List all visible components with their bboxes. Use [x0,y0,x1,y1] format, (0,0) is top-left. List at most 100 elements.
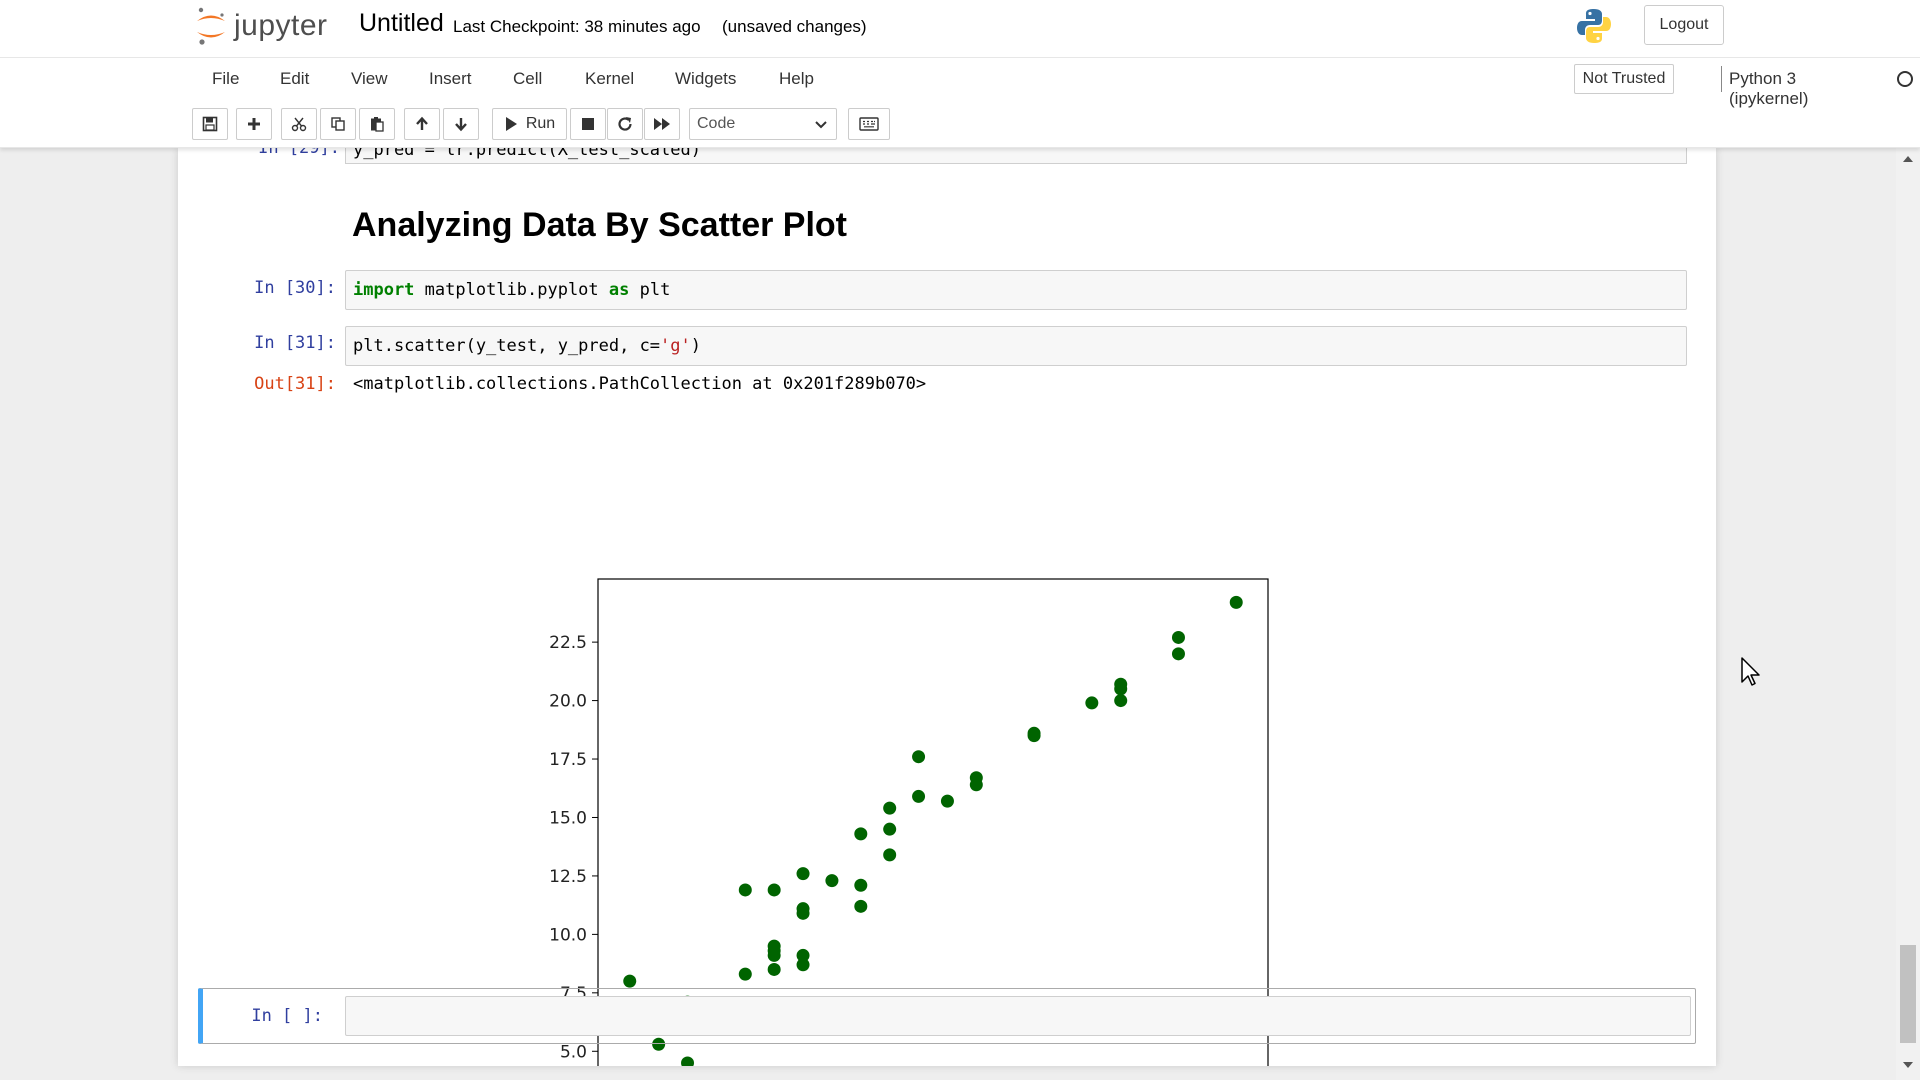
scatter-point [825,874,839,888]
scatter-point [738,967,752,981]
y-tick-label: 5.0 [560,1042,587,1062]
cell-type-select[interactable]: Code [689,108,837,140]
move-down-button[interactable] [443,108,479,140]
scatter-point [1171,647,1185,661]
stop-icon [582,118,594,130]
scatter-point [940,794,954,808]
cell-30-input[interactable]: import matplotlib.pyplot as plt [345,270,1687,310]
y-tick-label: 20.0 [549,692,587,712]
scatter-point [1171,630,1185,644]
active-empty-cell[interactable]: In [ ]: [198,988,1696,1044]
menu-insert[interactable]: Insert [429,69,472,89]
interrupt-button[interactable] [570,108,606,140]
empty-cell-prompt: In [ ]: [251,1006,323,1026]
keyword-as: as [608,280,630,300]
keyword-import: import [353,280,415,300]
scatter-point [767,962,781,976]
module-alias: plt [629,280,671,300]
cell-type-value: Code [697,115,736,132]
markdown-heading: Analyzing Data By Scatter Plot [352,206,848,244]
insert-cell-button[interactable] [236,108,272,140]
checkpoint-status: Last Checkpoint: 38 minutes ago [453,17,701,36]
trust-indicator[interactable]: Not Trusted [1574,64,1674,94]
y-tick-label: 22.5 [549,633,587,653]
menu-widgets[interactable]: Widgets [675,69,736,89]
scatter-point [767,939,781,953]
menu-cell[interactable]: Cell [513,69,542,89]
code-scatter-call: plt.scatter(y_test, y_pred, c= [353,336,661,356]
mouse-cursor-icon [1741,657,1760,686]
save-button[interactable] [192,108,228,140]
scatter-point [1229,595,1243,609]
menu-edit[interactable]: Edit [280,69,309,89]
menu-bar: File Edit View Insert Cell Kernel Widget… [190,60,1913,108]
jupyter-logo-icon [197,7,225,45]
scroll-up-arrow-icon[interactable] [1896,154,1920,170]
previous-cell-code: y_pred = lr.predict(X_test_scaled) [353,148,701,160]
jupyter-logo-text: jupyter [234,9,328,42]
menu-file[interactable]: File [212,69,239,89]
python-logo-icon [1574,6,1614,51]
copy-icon [331,117,345,131]
scatter-point [796,948,810,962]
notebook-toolbar: Run Code [190,108,1728,142]
menu-help[interactable]: Help [779,69,814,89]
kernel-name[interactable]: Python 3 (ipykernel) [1729,69,1808,109]
y-tick-label: 15.0 [549,808,587,828]
logout-button[interactable]: Logout [1644,5,1724,45]
chevron-down-icon [815,121,827,129]
scatter-point [1114,694,1128,708]
notebook-header: jupyter Untitled Last Checkpoint: 38 min… [0,0,1920,148]
scatter-point [1027,726,1041,740]
scatter-point [854,878,868,892]
save-icon [202,116,218,132]
scatter-point [738,883,752,897]
paste-icon [371,117,384,132]
cell-30-code: import matplotlib.pyplot as plt [353,280,670,300]
scatter-point [1114,677,1128,691]
previous-cell-prompt: In [29]: [258,148,340,158]
restart-button[interactable] [607,108,643,140]
scatter-point [969,771,983,785]
kernel-separator [1721,66,1722,92]
cell-31-input[interactable]: plt.scatter(y_test, y_pred, c='g') [345,326,1687,366]
menu-kernel[interactable]: Kernel [585,69,634,89]
copy-button[interactable] [320,108,356,140]
empty-cell-input[interactable] [345,996,1691,1036]
scatter-point [1085,696,1099,710]
run-button[interactable]: Run [492,108,567,140]
run-label: Run [525,115,556,132]
command-palette-button[interactable] [848,108,890,140]
run-icon [505,117,517,131]
jupyter-logo[interactable]: jupyter [194,6,328,46]
move-up-button[interactable] [404,108,440,140]
menu-view[interactable]: View [351,69,388,89]
cut-button[interactable] [281,108,317,140]
scroll-down-arrow-icon[interactable] [1896,1060,1920,1076]
scatter-point [854,899,868,913]
scatter-point [767,883,781,897]
paste-button[interactable] [359,108,395,140]
scatter-point [883,801,897,815]
restart-run-all-button[interactable] [644,108,680,140]
move-up-icon [416,116,428,130]
scatter-point [883,822,897,836]
previous-cell-input[interactable]: y_pred = lr.predict(X_test_scaled) [345,148,1687,164]
code-close-paren: ) [690,336,702,356]
y-tick-label: 12.5 [549,867,587,887]
scatter-point [854,827,868,841]
kernel-idle-icon [1897,71,1913,87]
cut-icon [291,117,307,132]
notebook-title[interactable]: Untitled [359,9,444,38]
code-color-string: 'g' [660,336,691,356]
module-name: matplotlib.pyplot [414,280,609,300]
scatter-point [796,902,810,916]
scatter-point [883,848,897,862]
cell-31-code: plt.scatter(y_test, y_pred, c='g') [353,336,701,356]
page-scrollbar[interactable] [1896,148,1920,1080]
scatter-point [796,867,810,881]
cell-31-prompt: In [31]: [254,333,336,353]
cell-31-output-text: <matplotlib.collections.PathCollection a… [353,374,927,394]
scrollbar-thumb[interactable] [1900,945,1916,1043]
scatter-point [912,789,926,803]
